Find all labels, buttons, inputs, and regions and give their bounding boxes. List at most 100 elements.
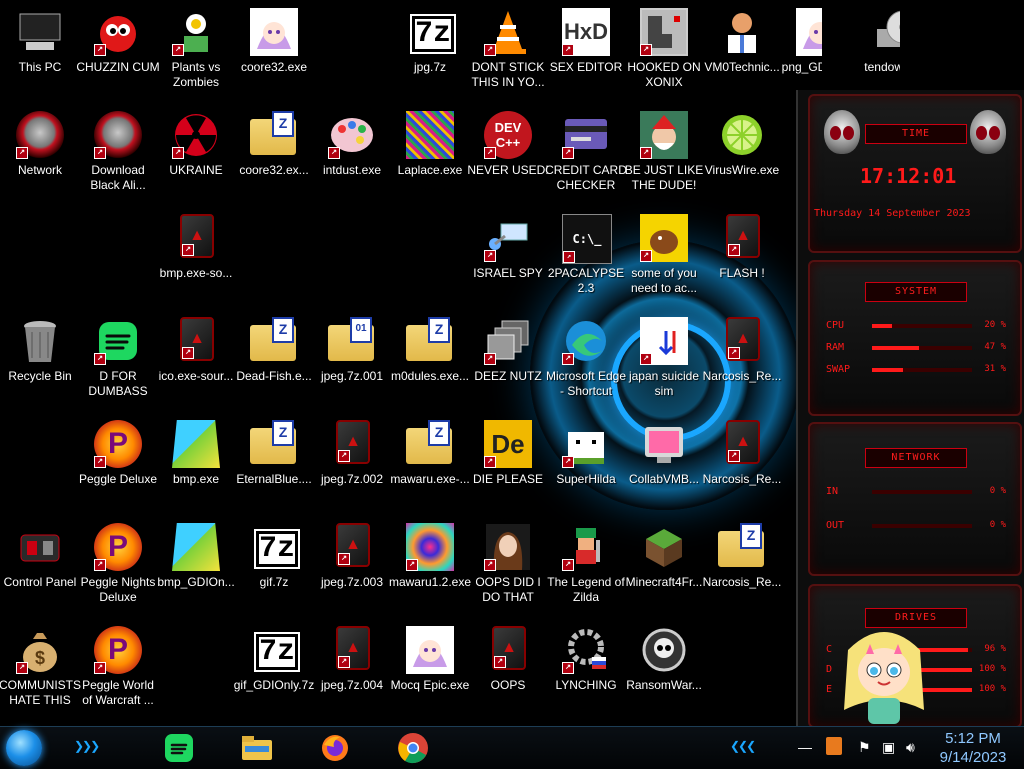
desktop-icon[interactable]: RansomWar... <box>626 620 702 720</box>
desktop-icon[interactable]: ▲ ↗ FLASH ! <box>704 208 780 308</box>
desktop-icon[interactable]: ↗ SuperHilda <box>548 414 624 514</box>
desktop-icon[interactable]: DEV C++ ↗ NEVER USED! <box>467 105 549 205</box>
desktop-icon[interactable]: ↗ ISRAEL SPY <box>470 208 546 308</box>
desktop-icon[interactable]: ↗ intdust.exe <box>314 105 390 205</box>
desktop-icon[interactable]: Z Narcosis_Re... <box>703 517 781 617</box>
desktop-icon[interactable]: ↗ Microsoft Edge - Shortcut <box>546 311 626 411</box>
peggle-icon: P ↗ <box>94 626 142 674</box>
desktop-icon[interactable]: Zm0dules.exe... <box>391 311 469 411</box>
shortcut-arrow-icon: ↗ <box>338 450 350 462</box>
desktop-icon[interactable]: 01 jpeg.7z.001 <box>314 311 390 411</box>
desktop-icon[interactable]: ↗ some of you need to ac... <box>626 208 702 308</box>
desktop-icon[interactable]: Mocq Epic.exe <box>391 620 469 720</box>
shortcut-arrow-icon: ↗ <box>94 456 106 468</box>
desktop-icon[interactable]: ▲ ↗ jpeg.7z.002 <box>314 414 390 514</box>
desktop-icon[interactable]: ▲ ↗ Narcosis_Re... <box>703 414 781 514</box>
alien-icon: ↗ <box>16 111 64 159</box>
widget-row-value: 47 % <box>984 342 1006 352</box>
desktop-icon[interactable]: ▲ ↗ jpeg.7z.004 <box>314 620 390 720</box>
widget-clock: 17:12:01 <box>860 164 957 188</box>
desktop-icon[interactable]: ▲ ↗ OOPS <box>470 620 546 720</box>
static-noise-icon <box>406 111 454 159</box>
shortcut-arrow-icon: ↗ <box>640 44 652 56</box>
portrait-icon: ↗ <box>484 523 532 571</box>
desktop-icon[interactable]: Zcoore32.ex... <box>236 105 312 205</box>
desktop-icon[interactable]: Z EternalBlue.... <box>236 414 312 514</box>
desktop-icon[interactable]: ↗ OOPS DID I DO THAT <box>470 517 546 617</box>
desktop-icon[interactable]: Z Dead-Fish.e... <box>236 311 312 411</box>
plant-icon: ↗ <box>172 8 220 56</box>
desktop-icon[interactable]: ↗ mawaru1.2.exe <box>389 517 471 617</box>
desktop-icon[interactable]: ↗ CREDIT CARD CHECKER <box>545 105 627 205</box>
tray-app-icon[interactable] <box>826 737 842 755</box>
spotify-icon[interactable] <box>162 731 196 765</box>
desktop-icon[interactable]: ↗ CHUZZIN CUM <box>76 2 160 102</box>
desktop-icon[interactable]: $↗COMMUNISTS HATE THIS G... <box>0 620 81 720</box>
money-bag-icon: $ ↗ <box>16 626 64 674</box>
desktop-icon[interactable]: ↗ LYNCHING <box>548 620 624 720</box>
desktop-icon-label: FLASH ! <box>719 266 765 280</box>
hxd-icon: HxD ↗ <box>562 8 610 56</box>
desktop-icon[interactable]: ▲ ↗ bmp.exe-so... <box>158 208 234 308</box>
shortcut-arrow-icon: ↗ <box>562 44 574 56</box>
desktop-icon[interactable]: 7z gif_GDIOnly.7z <box>234 620 314 720</box>
desktop-icon[interactable]: Zmawaru.exe-... <box>390 414 470 514</box>
desktop-icon[interactable]: ↗ UKRAINE <box>158 105 234 205</box>
desktop-icon-label: gif.7z <box>259 575 289 589</box>
desktop-icon[interactable]: VM0Technic... <box>704 2 780 102</box>
desktop-icon[interactable]: 7z gif.7z <box>236 517 312 617</box>
red-box-icon: ▲ ↗ <box>336 523 370 567</box>
desktop-icon[interactable]: VirusWire.exe <box>704 105 780 205</box>
desktop-icon[interactable]: CollabVMB... <box>626 414 702 514</box>
desktop-icon[interactable]: ↗ DEEZ NUTZ <box>470 311 546 411</box>
desktop-icon[interactable]: P ↗ Peggle Deluxe <box>79 414 157 514</box>
chrome-icon[interactable] <box>396 731 430 765</box>
desktop-icon[interactable]: ↗ Plants vs Zombies <box>158 2 234 102</box>
desktop-icon[interactable]: ↗ HOOKED ON XONIX <box>626 2 702 102</box>
folder-icon[interactable] <box>240 731 274 765</box>
desktop-icon[interactable]: ↗ Network <box>2 105 78 205</box>
shortcut-arrow-icon: ↗ <box>728 244 740 256</box>
desktop-icon[interactable]: tendows.exe <box>860 2 900 102</box>
desktop-icon[interactable]: ↗ DONT STICK THIS IN YO... <box>470 2 546 102</box>
taskbar-clock[interactable]: 5:12 PM 9/14/2023 <box>924 729 1022 767</box>
desktop-icon[interactable]: bmp.exe <box>158 414 234 514</box>
desktop-icon[interactable]: This PC <box>2 2 78 102</box>
desktop-icon-label: SEX EDITOR <box>549 60 623 74</box>
desktop-icon[interactable]: Recycle Bin <box>2 311 78 411</box>
network-tray-icon[interactable]: ▣ <box>882 739 895 756</box>
start-button[interactable] <box>6 730 42 766</box>
anime-girl-icon <box>796 8 822 56</box>
desktop-icon[interactable]: ↗ japan suicide sim <box>626 311 702 411</box>
console-icon: C:\_ ↗ <box>562 214 612 264</box>
desktop-icon[interactable]: 7z jpg.7z <box>392 2 468 102</box>
desktop-icon[interactable]: Control Panel <box>2 517 78 617</box>
desktop-icon-label: japan suicide sim <box>628 369 700 398</box>
desktop-icon[interactable]: P ↗ Peggle Nights Deluxe <box>80 517 156 617</box>
desktop-icon[interactable]: Minecraft4Fr... <box>626 517 702 617</box>
desktop-icon[interactable]: ↗ BE JUST LIKE THE DUDE! <box>625 105 703 205</box>
volume-icon[interactable]: 🔊︎ <box>906 739 915 756</box>
desktop-icon[interactable]: ▲ ↗ ico.exe-sour... <box>158 311 234 411</box>
desktop-icon[interactable]: coore32.exe <box>236 2 312 102</box>
desktop-icon[interactable]: ↗ Download Black Ali... <box>80 105 156 205</box>
desktop-icon[interactable]: C:\_ ↗ 2PACALYPSE 2.3 <box>548 208 624 308</box>
desktop-icon-label: Plants vs Zombies <box>171 60 221 89</box>
desktop-icon[interactable]: ▲ ↗ jpeg.7z.003 <box>314 517 390 617</box>
shortcut-arrow-icon: ↗ <box>728 347 740 359</box>
desktop-icon[interactable]: ↗ D FOR DUMBASS <box>80 311 156 411</box>
system-panel: SYSTEM CPU 20 % RAM 47 % SWAP 31 % <box>808 260 1022 416</box>
flag-icon[interactable]: ⚑ <box>858 739 871 756</box>
desktop-icon[interactable]: png_GDIOnl... <box>782 2 822 102</box>
desktop-icon[interactable]: Laplace.exe <box>392 105 468 205</box>
desktop-icon[interactable]: ↗ The Legend of Zilda <box>547 517 625 617</box>
firefox-icon[interactable] <box>318 731 352 765</box>
7z-archive-icon: 7z <box>254 632 300 672</box>
desktop-icon[interactable]: bmp_GDIOn... <box>157 517 235 617</box>
desktop-icon-label: bmp.exe-so... <box>159 266 233 280</box>
desktop-icon[interactable]: ▲ ↗ Narcosis_Re... <box>703 311 781 411</box>
desktop-icon[interactable]: P ↗ Peggle World of Warcraft ... <box>80 620 156 720</box>
desktop-icon[interactable]: De ↗ DIE PLEASE <box>470 414 546 514</box>
desktop-icon[interactable]: HxD ↗ SEX EDITOR <box>548 2 624 102</box>
tray-overflow-icon[interactable]: — <box>798 739 812 755</box>
